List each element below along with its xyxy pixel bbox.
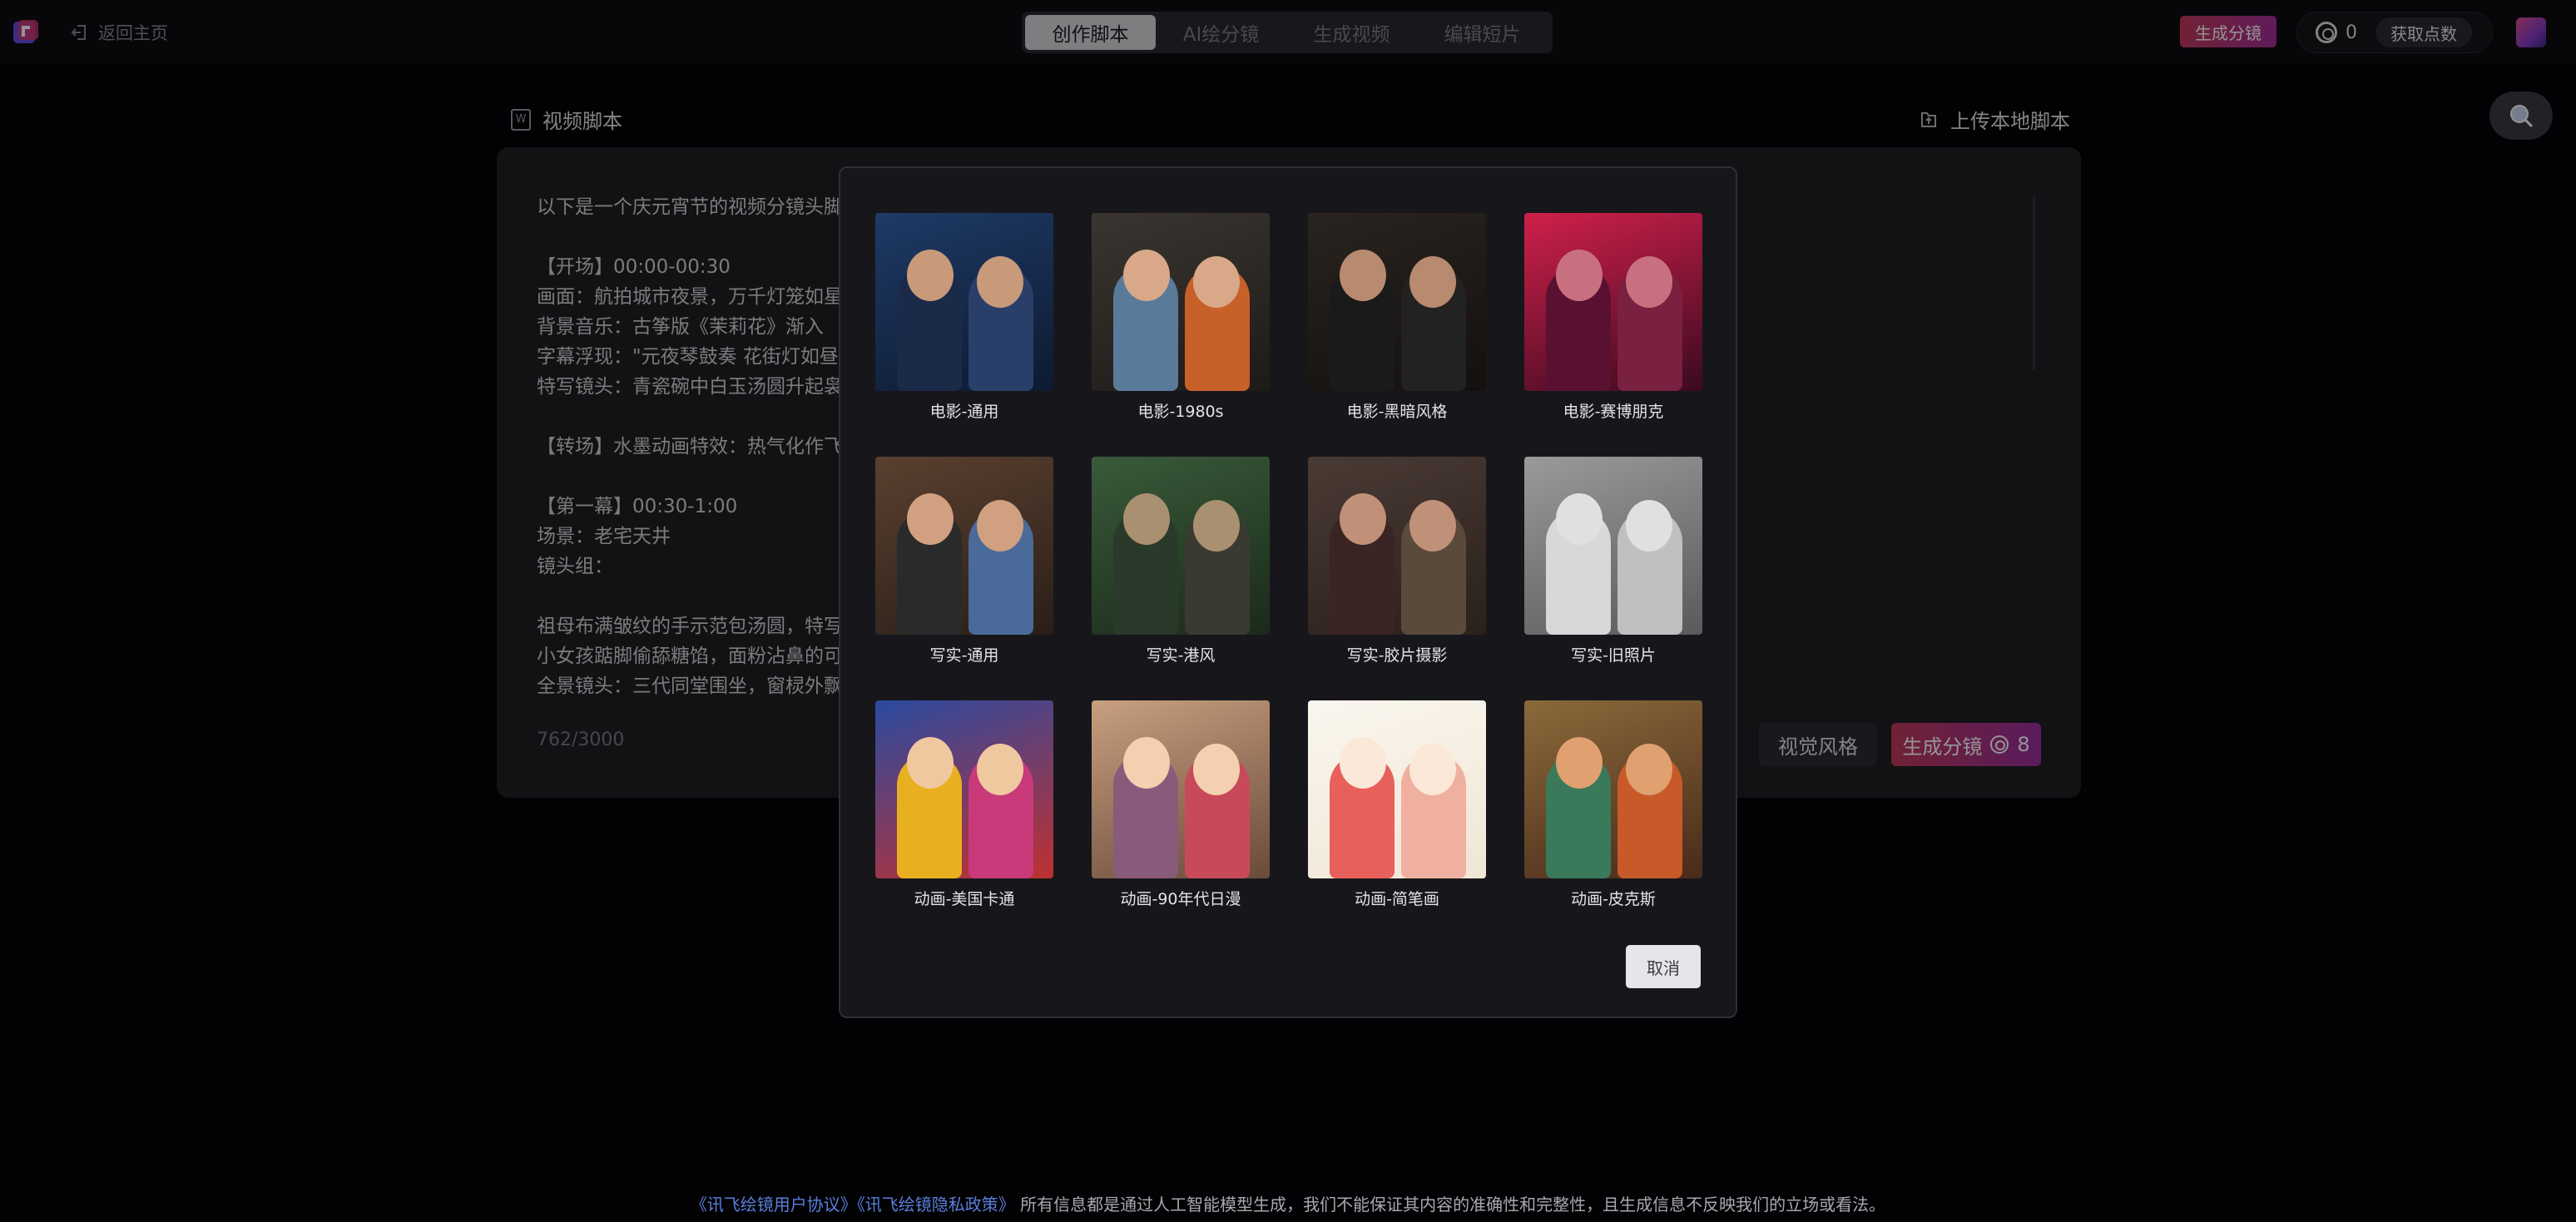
style-thumbnail-icon [1524, 700, 1702, 878]
figure-head [1409, 256, 1456, 308]
style-card-label: 电影-通用 [929, 403, 999, 421]
style-thumbnail-icon [875, 700, 1053, 878]
figure-head [1409, 744, 1456, 795]
figure-head [1123, 250, 1170, 301]
style-card-label: 动画-美国卡通 [914, 890, 1015, 908]
figure-head [1193, 500, 1240, 552]
style-thumbnail-icon [1092, 457, 1270, 635]
style-card-label: 电影-1980s [1137, 403, 1224, 421]
visual-style-modal: 电影-通用 电影-1980s 电影-黑暗风格 电影-赛博朋克写实-通用 写实-港风 写实-… [839, 166, 1737, 1018]
figure-head [1340, 250, 1386, 301]
figure-head [1409, 500, 1456, 552]
figure-head [1193, 256, 1240, 308]
style-card-label: 动画-简笔画 [1355, 890, 1439, 908]
figure-head [907, 493, 954, 545]
figure-head [977, 256, 1023, 308]
figure-head [1556, 737, 1603, 789]
style-card[interactable]: 电影-通用 [875, 213, 1053, 457]
style-thumbnail-icon [1524, 213, 1702, 391]
style-card[interactable]: 动画-简笔画 [1308, 700, 1486, 944]
figure-head [907, 250, 954, 301]
figure-head [1626, 744, 1672, 795]
figure-head [977, 744, 1023, 795]
figure-head [1123, 493, 1170, 545]
style-card[interactable]: 电影-赛博朋克 [1524, 213, 1702, 457]
style-card-label: 电影-黑暗风格 [1346, 403, 1448, 421]
style-card-label: 写实-通用 [929, 646, 999, 665]
disclaimer-text: 所有信息都是通过人工智能模型生成，我们不能保证其内容的准确性和完整性，且生成信息… [1020, 1195, 1886, 1215]
style-card[interactable]: 动画-美国卡通 [875, 700, 1053, 944]
footer-disclaimer: 《讯飞绘镜用户协议》《讯飞绘镜隐私政策》 所有信息都是通过人工智能模型生成，我们… [0, 1191, 2576, 1215]
style-card[interactable]: 电影-1980s [1092, 213, 1270, 457]
style-thumbnail-icon [1092, 213, 1270, 391]
figure-head [1193, 744, 1240, 795]
style-thumbnail-icon [1524, 457, 1702, 635]
style-card[interactable]: 动画-皮克斯 [1524, 700, 1702, 944]
style-card[interactable]: 写实-旧照片 [1524, 457, 1702, 700]
privacy-policy-link[interactable]: 《讯飞绘镜隐私政策》 [857, 1195, 1015, 1215]
cancel-button[interactable]: 取消 [1626, 945, 1701, 988]
figure-head [907, 737, 954, 789]
user-agreement-link[interactable]: 《讯飞绘镜用户协议》 [691, 1195, 857, 1215]
style-card-label: 写实-港风 [1146, 646, 1216, 665]
style-thumbnail-icon [1092, 700, 1270, 878]
style-card[interactable]: 写实-港风 [1092, 457, 1270, 700]
figure-head [977, 500, 1023, 552]
figure-head [1340, 737, 1386, 789]
style-card[interactable]: 写实-胶片摄影 [1308, 457, 1486, 700]
style-card-label: 写实-旧照片 [1571, 646, 1656, 665]
style-card-label: 写实-胶片摄影 [1346, 646, 1448, 665]
figure-head [1556, 493, 1603, 545]
style-grid: 电影-通用 电影-1980s 电影-黑暗风格 电影-赛博朋克写实-通用 写实-港风 写实-… [875, 213, 1702, 944]
style-card[interactable]: 写实-通用 [875, 457, 1053, 700]
style-card[interactable]: 动画-90年代日漫 [1092, 700, 1270, 944]
style-thumbnail-icon [1308, 213, 1486, 391]
figure-head [1626, 500, 1672, 552]
figure-head [1123, 737, 1170, 789]
figure-head [1556, 250, 1603, 301]
figure-head [1626, 256, 1672, 308]
figure-head [1340, 493, 1386, 545]
style-card-label: 动画-皮克斯 [1571, 890, 1656, 908]
style-thumbnail-icon [1308, 457, 1486, 635]
style-card-label: 电影-赛博朋克 [1563, 403, 1664, 421]
style-thumbnail-icon [1308, 700, 1486, 878]
style-thumbnail-icon [875, 213, 1053, 391]
style-card[interactable]: 电影-黑暗风格 [1308, 213, 1486, 457]
style-thumbnail-icon [875, 457, 1053, 635]
style-card-label: 动画-90年代日漫 [1120, 890, 1241, 908]
